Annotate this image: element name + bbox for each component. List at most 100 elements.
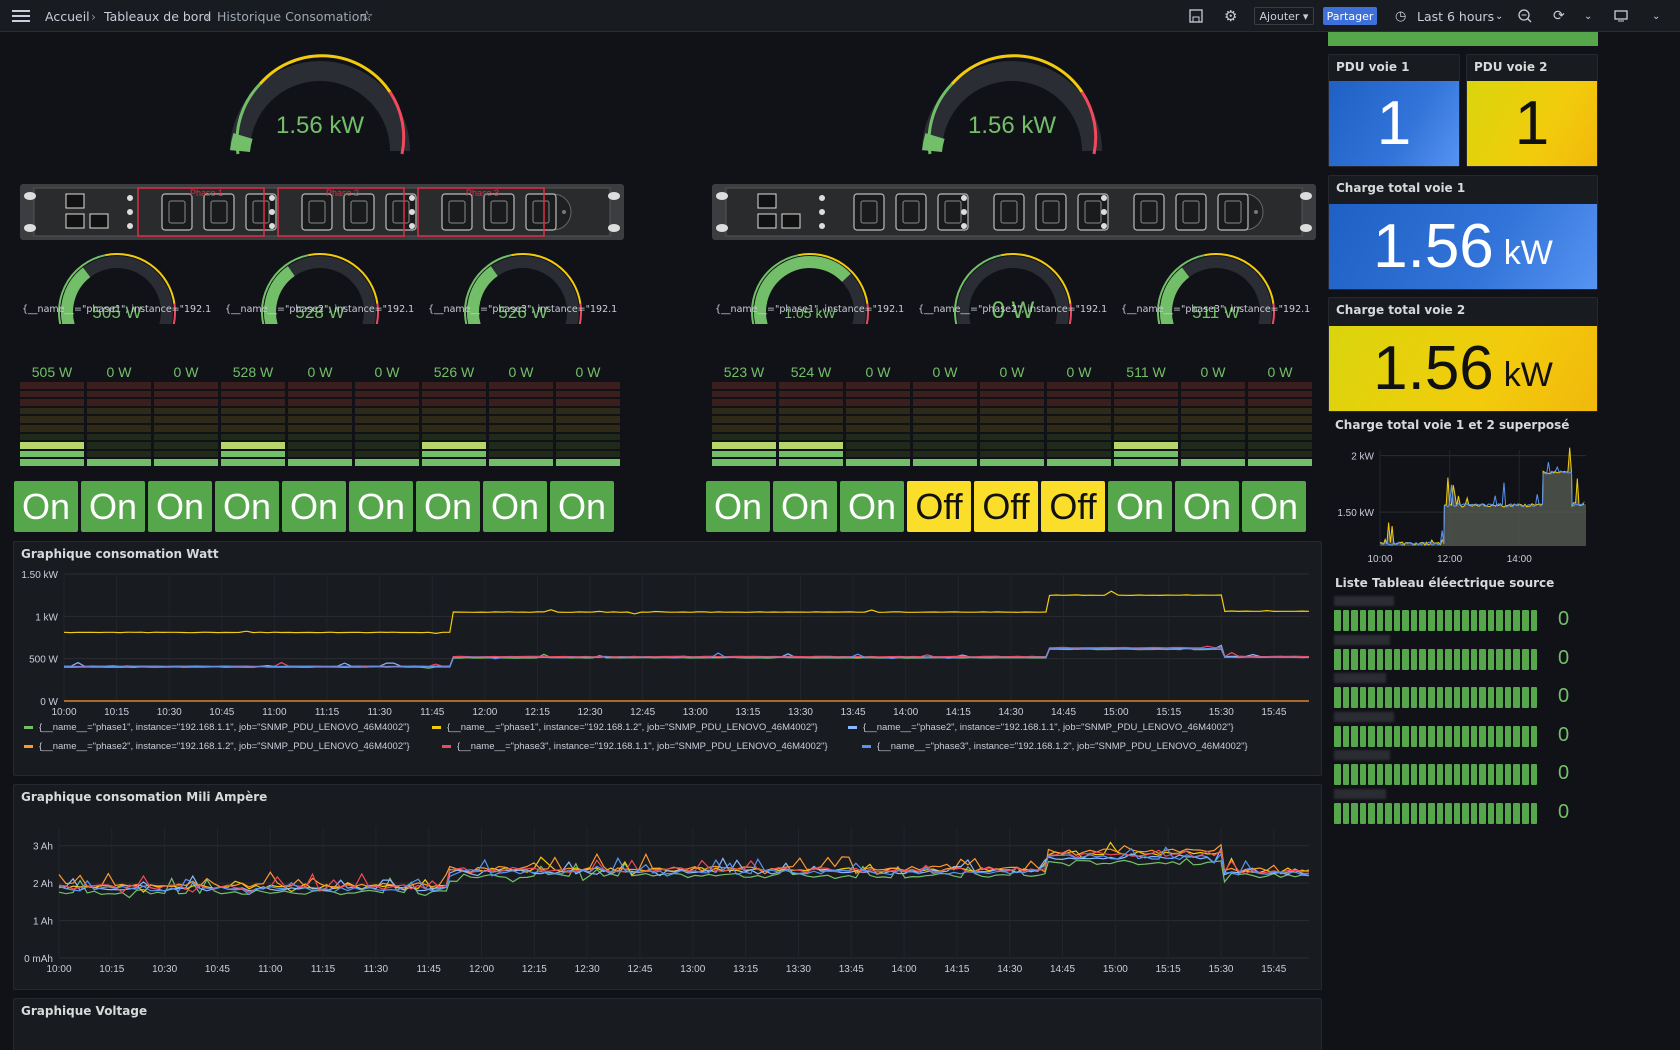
level-segment — [980, 450, 1044, 458]
refresh-interval-chevron-icon[interactable]: ⌄ — [1584, 0, 1592, 32]
gear-icon[interactable]: ⚙ — [1224, 0, 1237, 32]
overlay-chart: 2 kW 1.50 kW 10:00 12:00 14:00 — [1337, 447, 1586, 565]
level-segment — [980, 382, 1044, 389]
breadcrumb-home[interactable]: Accueil — [45, 0, 90, 32]
level-segment — [712, 450, 776, 458]
series-line — [58, 857, 1310, 899]
chevron-down-icon[interactable]: ⌄ — [1495, 0, 1503, 32]
outlet-level-bar — [1248, 382, 1312, 468]
outlet-socket — [161, 193, 193, 231]
legend-item[interactable]: {__name__="phase2", instance="192.168.1.… — [863, 722, 1234, 733]
led-indicator — [269, 209, 275, 215]
level-segment — [712, 433, 776, 441]
x-tick-label: 14:45 — [1050, 964, 1075, 975]
level-segment — [1047, 390, 1111, 398]
level-segment — [154, 459, 218, 466]
level-segment — [980, 433, 1044, 441]
level-segment — [556, 399, 620, 406]
x-tick-label: 12:00 — [472, 707, 497, 716]
legend-item[interactable]: {__name__="phase1", instance="192.168.1.… — [447, 722, 818, 733]
source-label-redacted — [1334, 596, 1394, 606]
save-icon[interactable] — [1189, 0, 1203, 32]
outlet-value: 511 W — [1126, 364, 1166, 380]
level-segment — [288, 425, 352, 432]
legend-item[interactable]: {__name__="phase3", instance="192.168.1.… — [877, 741, 1248, 752]
star-icon[interactable]: ☆ — [360, 0, 373, 32]
share-button[interactable]: Partager — [1323, 7, 1377, 25]
level-segment — [1181, 382, 1245, 389]
level-segment — [154, 433, 218, 441]
source-level-bar — [1334, 648, 1538, 670]
level-segment — [1114, 433, 1178, 441]
outlet-value: 524 W — [790, 364, 832, 380]
level-segment — [913, 399, 977, 406]
level-segment — [712, 407, 776, 415]
outlet-state-on: On — [483, 481, 547, 532]
source-level-bar — [1334, 802, 1538, 824]
level-segment — [1410, 725, 1418, 747]
level-segment — [1530, 610, 1538, 631]
outlet-state-on: On — [148, 481, 212, 532]
breadcrumb-dashboards[interactable]: Tableaux de bord — [104, 0, 211, 32]
level-segment — [1428, 725, 1435, 747]
y-tick-label: 500 W — [29, 655, 58, 666]
level-segment — [1470, 648, 1478, 670]
legend-item[interactable]: {__name__="phase1", instance="192.168.1.… — [39, 722, 410, 733]
led-indicator — [819, 195, 825, 201]
time-range-picker[interactable]: Last 6 hours — [1417, 0, 1494, 32]
collapse-chevron-icon[interactable]: ⌄ — [1652, 0, 1660, 32]
level-segment — [1248, 425, 1312, 432]
x-tick-label: 14:30 — [997, 964, 1022, 975]
menu-icon[interactable] — [12, 0, 32, 32]
level-segment — [1530, 802, 1538, 824]
level-segment — [221, 459, 285, 466]
level-segment — [221, 382, 285, 389]
level-segment — [1351, 687, 1358, 708]
legend-item[interactable]: {__name__="phase3", instance="192.168.1.… — [457, 741, 828, 752]
tv-icon[interactable] — [1614, 0, 1628, 32]
outlet-state-on: On — [773, 481, 837, 532]
outlet-level-bar — [1114, 382, 1178, 468]
x-tick-label: 11:45 — [417, 964, 442, 975]
level-segment — [1419, 610, 1427, 631]
level-segment — [1368, 802, 1375, 824]
level-segment — [1402, 648, 1409, 670]
level-segment — [980, 442, 1044, 449]
zoom-out-icon[interactable] — [1518, 0, 1532, 32]
outlet-socket — [483, 193, 515, 231]
charge1-unit: kW — [1503, 234, 1553, 272]
level-segment — [288, 459, 352, 466]
level-segment — [288, 390, 352, 398]
legend-item[interactable]: {__name__="phase2", instance="192.168.1.… — [39, 741, 410, 752]
x-tick-label: 14:45 — [1051, 707, 1076, 716]
level-segment — [1351, 764, 1358, 785]
level-segment — [1479, 687, 1486, 708]
level-segment — [20, 407, 84, 415]
level-segment — [288, 442, 352, 449]
outlet-level-bar — [556, 382, 620, 468]
outlet-state-on: On — [215, 481, 279, 532]
level-segment — [1428, 648, 1435, 670]
add-button[interactable]: Ajouter ▾ — [1254, 7, 1314, 25]
legend-swatch — [24, 745, 33, 748]
level-segment — [1436, 610, 1444, 631]
level-segment — [980, 390, 1044, 398]
level-segment — [779, 459, 843, 466]
level-segment — [20, 382, 84, 389]
level-segment — [221, 450, 285, 458]
source-list-panel: Liste Tableau éléectrique source 0 0 0 0 0 0 — [1328, 576, 1598, 876]
level-segment — [1342, 648, 1350, 670]
level-segment — [1419, 802, 1427, 824]
level-segment — [1376, 648, 1384, 670]
level-segment — [1368, 648, 1375, 670]
refresh-icon[interactable]: ⟳ — [1553, 0, 1565, 32]
level-segment — [1436, 687, 1444, 708]
level-segment — [1419, 687, 1427, 708]
watt-chart-panel: Graphique consomation Watt 1.50 kW 1 kW 50… — [13, 541, 1322, 776]
level-segment — [1419, 725, 1427, 747]
x-tick-label: 15:00 — [1104, 707, 1129, 716]
pdu2-panel: PDU voie 2 1 — [1466, 54, 1598, 167]
legend-swatch — [862, 745, 871, 748]
outlet-socket — [525, 193, 557, 231]
led-indicator — [127, 195, 133, 201]
